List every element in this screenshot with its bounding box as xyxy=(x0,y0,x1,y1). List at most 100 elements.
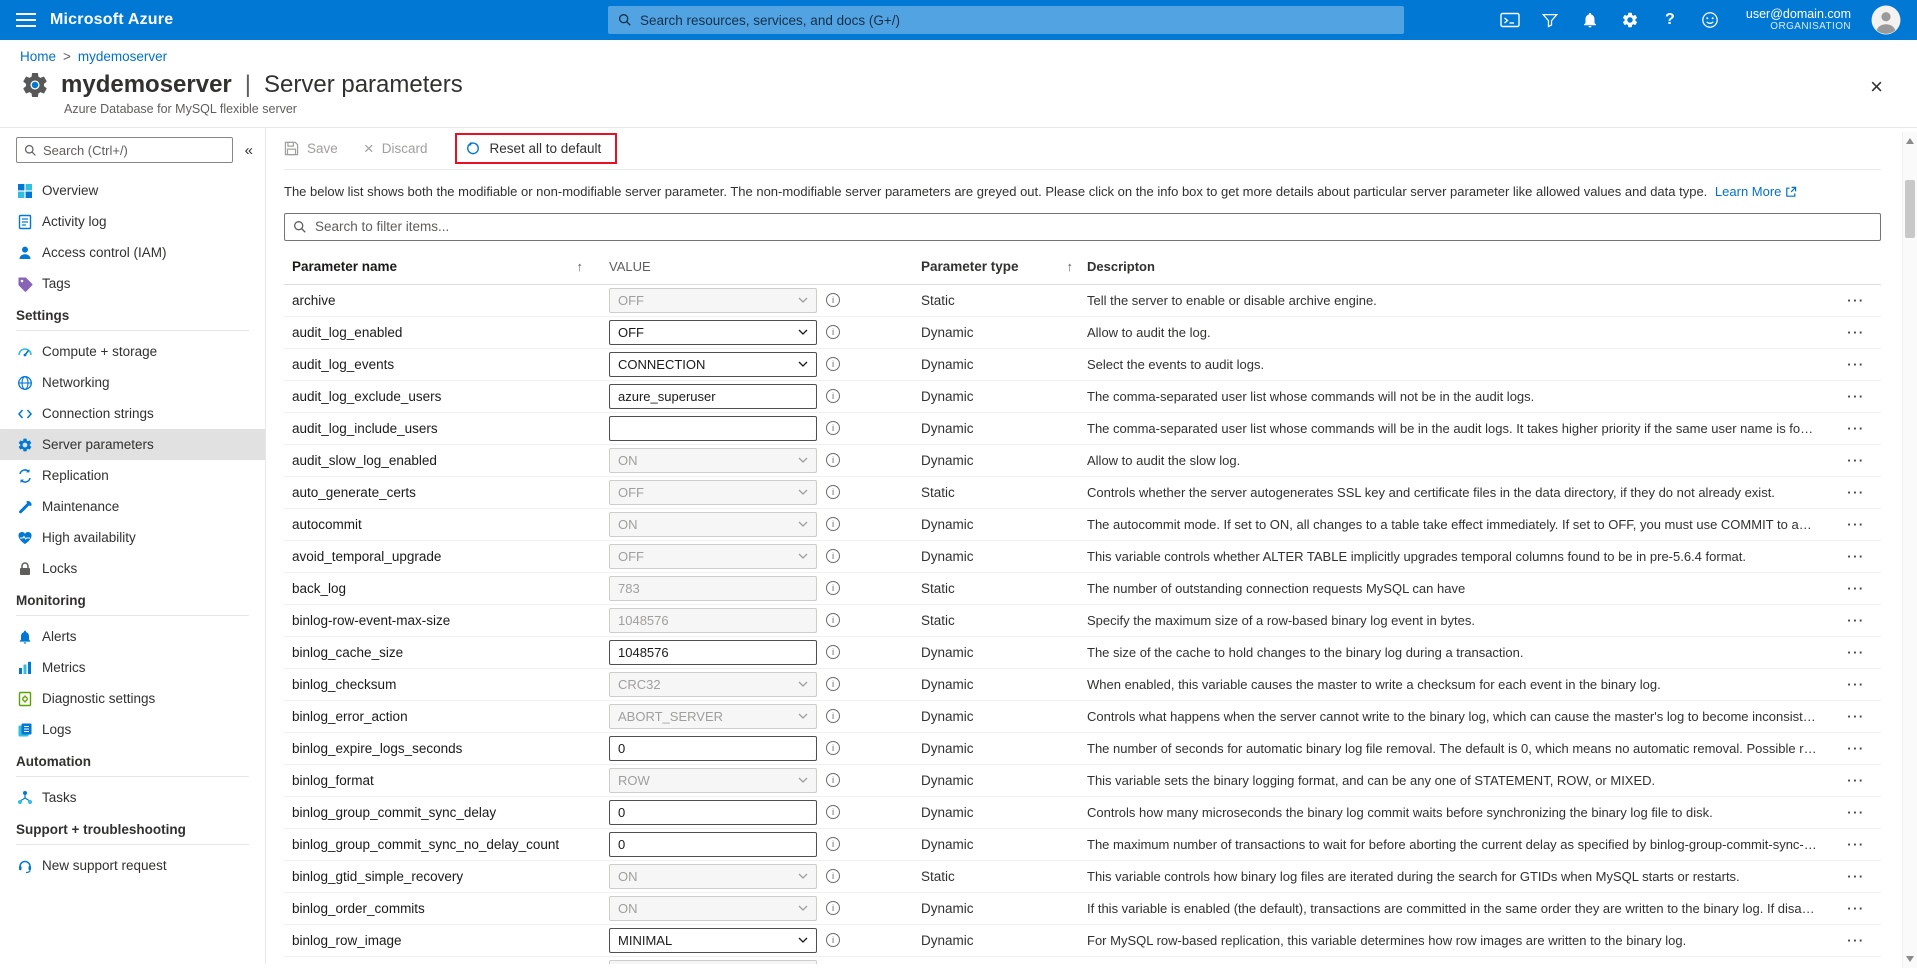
param-value-input[interactable] xyxy=(609,416,817,441)
sidebar-item-replication[interactable]: Replication xyxy=(0,460,265,491)
param-value-input[interactable] xyxy=(609,832,817,857)
sidebar-item-activity-log[interactable]: Activity log xyxy=(0,206,265,237)
feedback-smiley-icon[interactable] xyxy=(1700,10,1720,30)
info-icon[interactable]: i xyxy=(826,549,840,563)
info-icon[interactable]: i xyxy=(826,901,840,915)
sidebar-item-label: Connection strings xyxy=(42,406,154,421)
account-menu[interactable]: user@domain.com ORGANISATION xyxy=(1746,7,1851,33)
info-icon[interactable]: i xyxy=(826,325,840,339)
info-icon[interactable]: i xyxy=(826,645,840,659)
info-icon[interactable]: i xyxy=(826,773,840,787)
row-menu-button[interactable]: ··· xyxy=(1831,613,1881,628)
cloud-shell-icon[interactable] xyxy=(1500,10,1520,30)
azure-brand[interactable]: Microsoft Azure xyxy=(50,11,173,29)
notifications-bell-icon[interactable] xyxy=(1580,10,1600,30)
row-menu-button[interactable]: ··· xyxy=(1831,741,1881,756)
close-blade-button[interactable]: × xyxy=(1870,76,1883,98)
hamburger-menu-icon[interactable] xyxy=(16,9,36,31)
info-icon[interactable]: i xyxy=(826,421,840,435)
info-icon[interactable]: i xyxy=(826,837,840,851)
discard-button[interactable]: × Discard xyxy=(364,140,428,157)
sidebar-search-input[interactable] xyxy=(43,143,232,158)
sidebar-item-locks[interactable]: Locks xyxy=(0,553,265,584)
info-icon[interactable]: i xyxy=(826,741,840,755)
breadcrumb-resource-link[interactable]: mydemoserver xyxy=(78,49,167,64)
info-icon[interactable]: i xyxy=(826,709,840,723)
param-value-input[interactable] xyxy=(609,736,817,761)
learn-more-link[interactable]: Learn More xyxy=(1715,183,1797,201)
table-row: audit_log_eventsCONNECTIONiDynamicSelect… xyxy=(284,349,1881,381)
row-menu-button[interactable]: ··· xyxy=(1831,805,1881,820)
info-icon[interactable]: i xyxy=(826,677,840,691)
help-icon[interactable]: ? xyxy=(1660,10,1680,30)
param-value-dropdown[interactable]: CONNECTION xyxy=(609,352,817,377)
info-icon[interactable]: i xyxy=(826,389,840,403)
info-icon[interactable]: i xyxy=(826,581,840,595)
sidebar-item-networking[interactable]: Networking xyxy=(0,367,265,398)
info-icon[interactable]: i xyxy=(826,357,840,371)
scrollbar-down-arrow[interactable] xyxy=(1903,952,1917,966)
row-menu-button[interactable]: ··· xyxy=(1831,517,1881,532)
sidebar-item-connection-strings[interactable]: Connection strings xyxy=(0,398,265,429)
param-value-dropdown[interactable]: OFF xyxy=(609,320,817,345)
param-value-dropdown[interactable]: MINIMAL xyxy=(609,928,817,953)
sidebar-item-logs[interactable]: Logs xyxy=(0,714,265,745)
info-icon[interactable]: i xyxy=(826,613,840,627)
column-header-parameter-name[interactable]: Parameter name ↑ xyxy=(284,259,609,274)
info-icon[interactable]: i xyxy=(826,517,840,531)
row-menu-button[interactable]: ··· xyxy=(1831,421,1881,436)
metrics-icon xyxy=(16,659,33,676)
row-menu-button[interactable]: ··· xyxy=(1831,325,1881,340)
info-icon[interactable]: i xyxy=(826,485,840,499)
row-menu-button[interactable]: ··· xyxy=(1831,933,1881,948)
filter-input[interactable] xyxy=(284,213,1881,241)
row-menu-button[interactable]: ··· xyxy=(1831,485,1881,500)
avatar[interactable] xyxy=(1871,5,1901,35)
sidebar-item-overview[interactable]: Overview xyxy=(0,175,265,206)
vertical-scrollbar[interactable] xyxy=(1902,132,1917,968)
row-menu-button[interactable]: ··· xyxy=(1831,581,1881,596)
breadcrumb-home-link[interactable]: Home xyxy=(20,49,56,64)
scrollbar-thumb[interactable] xyxy=(1905,180,1915,238)
info-icon[interactable]: i xyxy=(826,453,840,467)
row-menu-button[interactable]: ··· xyxy=(1831,389,1881,404)
sidebar-item-diagnostic-settings[interactable]: Diagnostic settings xyxy=(0,683,265,714)
sidebar-item-high-availability[interactable]: High availability xyxy=(0,522,265,553)
sidebar-item-tags[interactable]: Tags xyxy=(0,268,265,299)
row-menu-button[interactable]: ··· xyxy=(1831,357,1881,372)
row-menu-button[interactable]: ··· xyxy=(1831,677,1881,692)
info-icon[interactable]: i xyxy=(826,933,840,947)
row-menu-button[interactable]: ··· xyxy=(1831,709,1881,724)
sidebar-collapse-button[interactable]: « xyxy=(241,142,257,159)
row-menu-button[interactable]: ··· xyxy=(1831,293,1881,308)
sidebar-item-metrics[interactable]: Metrics xyxy=(0,652,265,683)
sidebar-item-compute-storage[interactable]: Compute + storage xyxy=(0,336,265,367)
row-menu-button[interactable]: ··· xyxy=(1831,453,1881,468)
sidebar-item-label: Networking xyxy=(42,375,110,390)
row-menu-button[interactable]: ··· xyxy=(1831,837,1881,852)
row-menu-button[interactable]: ··· xyxy=(1831,549,1881,564)
info-icon[interactable]: i xyxy=(826,869,840,883)
reset-all-to-default-button[interactable]: Reset all to default xyxy=(466,141,601,156)
settings-gear-icon[interactable] xyxy=(1620,10,1640,30)
sidebar-item-access-control-iam[interactable]: Access control (IAM) xyxy=(0,237,265,268)
row-menu-button[interactable]: ··· xyxy=(1831,773,1881,788)
param-value-input[interactable] xyxy=(609,384,817,409)
row-menu-button[interactable]: ··· xyxy=(1831,869,1881,884)
directory-filter-icon[interactable] xyxy=(1540,10,1560,30)
scrollbar-up-arrow[interactable] xyxy=(1903,134,1917,148)
sidebar-item-alerts[interactable]: Alerts xyxy=(0,621,265,652)
info-icon[interactable]: i xyxy=(826,293,840,307)
sidebar-item-new-support-request[interactable]: New support request xyxy=(0,850,265,881)
info-icon[interactable]: i xyxy=(826,805,840,819)
param-value-input[interactable] xyxy=(609,800,817,825)
column-header-parameter-type[interactable]: Parameter type ↑ xyxy=(921,259,1087,274)
save-button[interactable]: Save xyxy=(284,141,338,156)
sidebar-item-maintenance[interactable]: Maintenance xyxy=(0,491,265,522)
row-menu-button[interactable]: ··· xyxy=(1831,645,1881,660)
sidebar-item-server-parameters[interactable]: Server parameters xyxy=(0,429,265,460)
sidebar-item-tasks[interactable]: Tasks xyxy=(0,782,265,813)
param-value-input[interactable] xyxy=(609,640,817,665)
row-menu-button[interactable]: ··· xyxy=(1831,901,1881,916)
global-search-input[interactable] xyxy=(640,6,1404,34)
